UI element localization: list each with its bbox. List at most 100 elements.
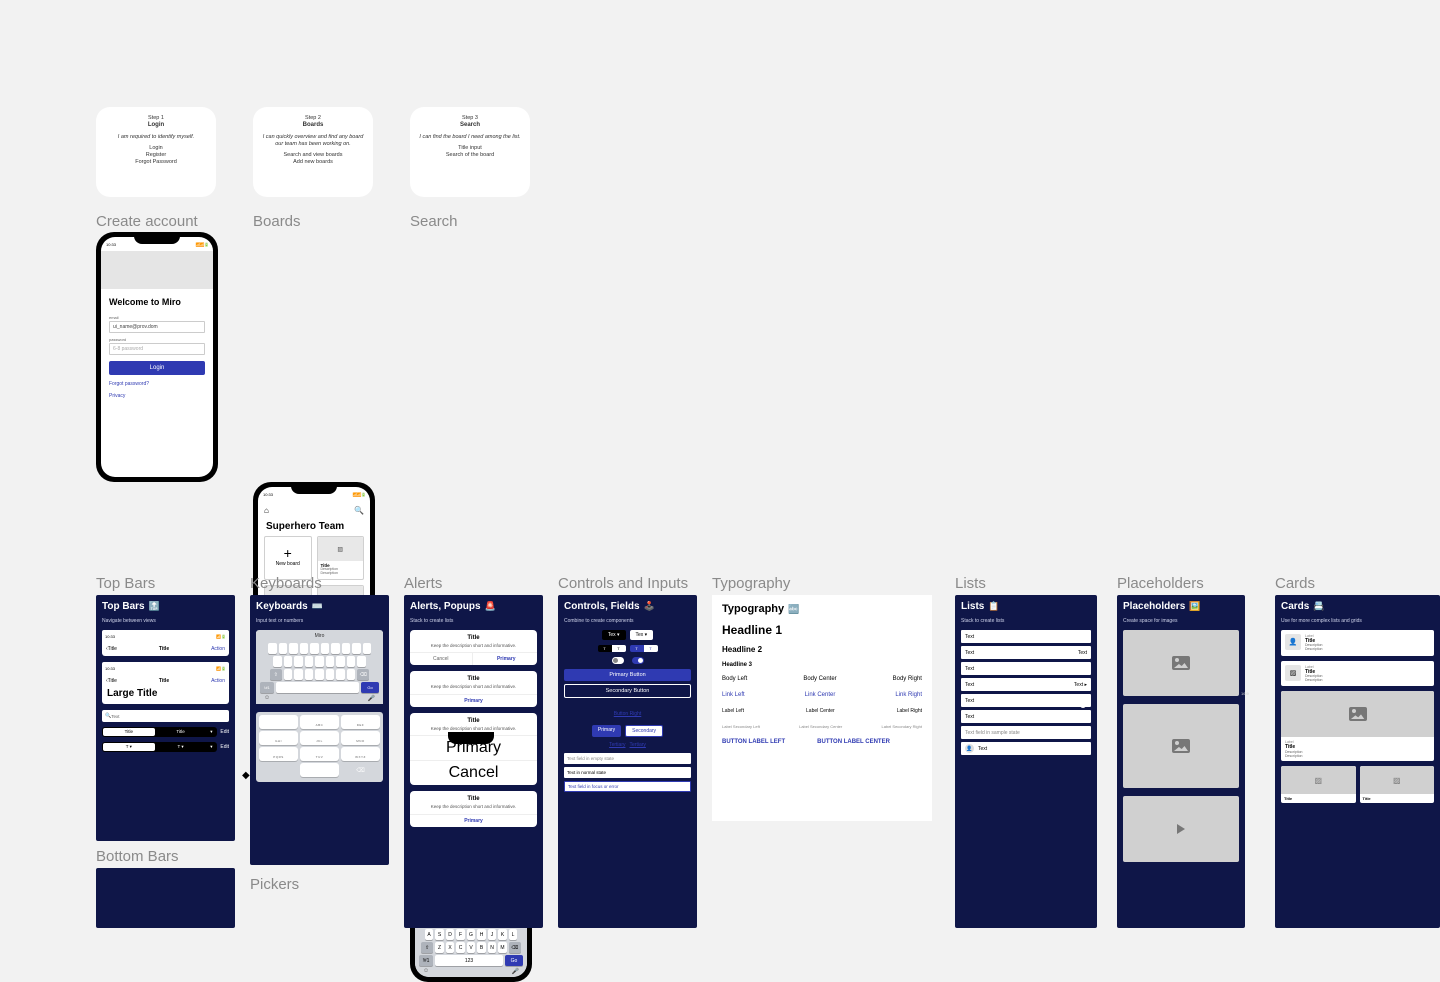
label-lists: Lists (955, 575, 986, 592)
primary-button[interactable]: Primary Button (564, 669, 691, 681)
phone-login: 10:33 Welcome to Miro email ui_name@prov… (96, 232, 218, 482)
text-field-empty[interactable]: Text field in empty state (564, 753, 691, 764)
search-field[interactable]: 🔍 Text▾ (102, 710, 229, 722)
card-image[interactable]: ▨ LabelTitleDescription Description (1281, 661, 1434, 687)
card-large[interactable]: LabelTitleDescription Description (1281, 691, 1434, 761)
list-item[interactable]: Text (961, 662, 1091, 675)
alert-two-button: TitleKeep the description short and info… (410, 630, 537, 665)
numpad[interactable]: 1 2ABC3DEF 4GHI5JKL6MNO 7PQRS8TUV9WXYZ 0… (256, 712, 383, 782)
joystick-icon: 🕹️ (644, 601, 655, 612)
list-item[interactable]: Text (961, 710, 1091, 723)
card-avatar[interactable]: 👤 LabelTitleDescription Description (1281, 630, 1434, 656)
kb2-row-2: ASDFGHJKL (258, 656, 381, 667)
panel-topbars: Top Bars🔝 Navigate between views 10:33📶🔋… (96, 595, 235, 841)
label-pickers: Pickers (250, 876, 299, 893)
new-board-button[interactable]: +New board (264, 536, 312, 580)
secondary-button[interactable]: Secondary Button (564, 684, 691, 698)
clipboard-icon: 📋 (988, 601, 999, 612)
card-small[interactable]: ▨ Title (1281, 766, 1356, 803)
panel-placeholders: Placeholders🖼️ Create space for images 1… (1117, 595, 1245, 928)
image-icon: ▨ (337, 546, 343, 553)
label-create-account: Create account (96, 213, 198, 230)
kb2-row-1: QWERTYUIOP (258, 643, 381, 654)
label-typography: Typography (712, 575, 790, 592)
label-alerts: Alerts (404, 575, 442, 592)
email-field[interactable]: ui_name@prov.dom (109, 321, 205, 333)
topbar-icon: 🔝 (149, 601, 160, 612)
privacy-link[interactable]: Privacy (109, 393, 205, 399)
list-item[interactable]: TextText ▸ (961, 678, 1091, 691)
qwerty-keyboard[interactable]: Miro QWERTYUIOP ASDFGHJKL ⇧ZXCVBNM⌫ !#11… (256, 630, 383, 704)
emoji-icon[interactable]: ☺ (423, 968, 429, 975)
home-icon[interactable]: ⌂ (264, 506, 269, 515)
topbar-sample: 10:33📶🔋 ‹ TitleTitleAction (102, 630, 229, 656)
panel-cards: Cards📇 Use for more complex lists and gr… (1275, 595, 1440, 928)
text-field-focus[interactable]: Text field in focus or error (564, 781, 691, 792)
mic-icon[interactable]: 🎤 (512, 968, 519, 975)
avatar-icon: 👤 (965, 744, 974, 753)
panel-bottombars (96, 868, 235, 928)
panel-lists: Lists📋 Stack to create lists Text TextTe… (955, 595, 1097, 928)
step-card-3: Step 3 Search I can find the board I nee… (410, 107, 530, 197)
password-field[interactable]: 6-8 password (109, 343, 205, 355)
team-title: Superhero Team (258, 519, 370, 536)
placeholder-4-3 (1123, 704, 1239, 788)
label-topbars: Top Bars (96, 575, 155, 592)
card-small[interactable]: ▨ Title (1360, 766, 1435, 803)
list-item[interactable]: TextText (961, 646, 1091, 659)
card-icon: 📇 (1313, 601, 1324, 612)
topbar-large-sample: 10:33📶🔋 ‹ TitleTitleAction Large Title (102, 662, 229, 704)
label-boards: Boards (253, 213, 301, 230)
alert-single: TitleKeep the description short and info… (410, 791, 537, 826)
label-search: Search (410, 213, 458, 230)
panel-typography: Typography🔤 Headline 1 Headline 2 Headli… (712, 595, 932, 821)
kb-row-2: ASDFGHJKL (417, 929, 525, 940)
status-icons (196, 242, 208, 247)
alert-one-button: TitleKeep the description short and info… (410, 671, 537, 706)
status-time: 10:33 (106, 242, 116, 247)
login-title: Welcome to Miro (109, 297, 205, 307)
image-icon (1349, 707, 1367, 721)
list-item[interactable]: Text (961, 630, 1091, 643)
label-placeholders: Placeholders (1117, 575, 1204, 592)
login-button[interactable]: Login (109, 361, 205, 375)
list-item-sample[interactable]: Text field in sample state (961, 726, 1091, 739)
list-item-avatar[interactable]: 👤Text (961, 742, 1091, 755)
step-card-1: Step 1 Login I am required to identify m… (96, 107, 216, 197)
step-card-2: Step 2 Boards I can quickly overview and… (253, 107, 373, 197)
kb-row-3: ⇧ZXCVBNM⌫ (417, 942, 525, 953)
play-icon (1177, 824, 1185, 834)
panel-alerts: Alerts, Popups🚨 Stack to create lists Ti… (404, 595, 543, 928)
forgot-link[interactable]: Forgot password? (109, 381, 205, 387)
label-cards: Cards (1275, 575, 1315, 592)
login-hero (101, 251, 213, 289)
keyboard-icon: ⌨️ (312, 601, 323, 612)
search-icon[interactable]: 🔍 (354, 506, 364, 515)
toggle-on[interactable] (632, 657, 644, 664)
alert-stacked: TitleKeep the description short and info… (410, 713, 537, 785)
label-bottombars: Bottom Bars (96, 848, 179, 865)
abc-icon: 🔤 (788, 604, 799, 615)
panel-controls: Controls, Fields🕹️ Combine to create com… (558, 595, 697, 928)
label-keyboards: Keyboards (250, 575, 322, 592)
image-icon: ▨ (1393, 776, 1401, 785)
image-icon: ▨ (1285, 665, 1301, 681)
alert-icon: 🚨 (485, 601, 496, 612)
picture-icon: 🖼️ (1189, 601, 1200, 612)
segmented-control[interactable]: T ▾ T ▾ ▾ (102, 742, 217, 752)
text-field-normal[interactable]: Text in normal state (564, 767, 691, 778)
image-icon (1172, 656, 1190, 670)
avatar-icon: 👤 (1285, 634, 1301, 650)
panel-keyboards: Keyboards⌨️ Input text or numbers Miro Q… (250, 595, 389, 865)
image-icon: ▨ (1314, 776, 1322, 785)
diamond-handle: ◆ (242, 770, 250, 781)
board-card[interactable]: ▨TitleDescription Description (317, 536, 365, 580)
list-item-toggle[interactable]: Text (961, 694, 1091, 707)
segmented-control[interactable]: Title Title ▾ (102, 727, 217, 737)
label-controls: Controls and Inputs (558, 575, 688, 592)
placeholder-16-9 (1123, 630, 1239, 696)
kb2-row-3: ⇧ZXCVBNM⌫ (258, 669, 381, 680)
toggle-off[interactable] (612, 657, 624, 664)
image-icon (1172, 739, 1190, 753)
placeholder-video (1123, 796, 1239, 862)
